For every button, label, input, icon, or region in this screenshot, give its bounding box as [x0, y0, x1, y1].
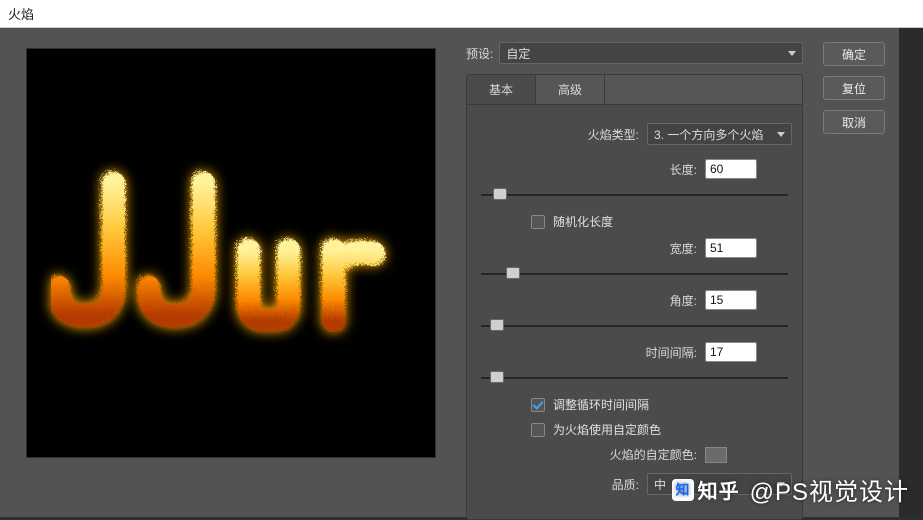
adjust-loop-checkbox[interactable] — [531, 398, 545, 412]
tab-basic[interactable]: 基本 — [467, 75, 536, 104]
flame-type-value: 3. 一个方向多个火焰 — [654, 126, 763, 143]
chevron-down-icon — [788, 51, 796, 56]
flame-type-select[interactable]: 3. 一个方向多个火焰 — [647, 123, 792, 145]
width-row: 宽度: 51 — [477, 238, 792, 258]
slider-track — [481, 194, 788, 196]
chevron-down-icon — [777, 132, 785, 137]
flame-type-label: 火焰类型: — [477, 126, 647, 143]
interval-slider[interactable] — [481, 368, 788, 388]
use-custom-color-checkbox[interactable] — [531, 423, 545, 437]
settings-column: 预设: 自定 基本 高级 火焰类型: 3. 一个方向多个火焰 — [460, 28, 813, 517]
dialog-title: 火焰 — [8, 4, 34, 23]
zhihu-logo: 知 知乎 — [672, 475, 740, 504]
randomize-length-label: 随机化长度 — [553, 213, 613, 230]
tabs-strip: 基本 高级 — [467, 75, 802, 105]
background-side-strip — [899, 28, 923, 517]
interval-label: 时间间隔: — [477, 344, 705, 361]
width-slider[interactable] — [481, 264, 788, 284]
length-row: 长度: 60 — [477, 159, 792, 179]
quality-value: 中 — [654, 476, 666, 493]
slider-thumb[interactable] — [490, 371, 504, 383]
randomize-length-row: 随机化长度 — [477, 213, 792, 230]
zhihu-label: 知乎 — [698, 475, 740, 504]
angle-slider[interactable] — [481, 316, 788, 336]
dialog-title-bar: 火焰 — [0, 0, 923, 28]
zhihu-icon: 知 — [672, 479, 694, 501]
adjust-loop-label: 调整循环时间间隔 — [553, 396, 649, 413]
adjust-loop-row: 调整循环时间间隔 — [477, 396, 792, 413]
custom-color-label: 火焰的自定颜色: — [477, 446, 705, 463]
slider-thumb[interactable] — [493, 188, 507, 200]
width-label: 宽度: — [477, 240, 705, 257]
interval-row: 时间间隔: 17 — [477, 342, 792, 362]
slider-track — [481, 325, 788, 327]
preview-column — [0, 28, 460, 517]
reset-button[interactable]: 复位 — [823, 76, 885, 100]
length-slider[interactable] — [481, 185, 788, 205]
tab-advanced[interactable]: 高级 — [536, 75, 605, 104]
cancel-button[interactable]: 取消 — [823, 110, 885, 134]
angle-label: 角度: — [477, 292, 705, 309]
slider-track — [481, 273, 788, 275]
preset-select[interactable]: 自定 — [499, 42, 803, 64]
flame-type-row: 火焰类型: 3. 一个方向多个火焰 — [477, 123, 792, 145]
dialog-body: 预设: 自定 基本 高级 火焰类型: 3. 一个方向多个火焰 — [0, 28, 923, 517]
width-input[interactable]: 51 — [705, 238, 757, 258]
watermark-handle: @PS视觉设计 — [750, 472, 909, 507]
use-custom-color-label: 为火焰使用自定颜色 — [553, 421, 661, 438]
randomize-length-checkbox[interactable] — [531, 215, 545, 229]
preset-label: 预设: — [466, 45, 493, 62]
buttons-column: 确定 复位 取消 — [813, 28, 899, 517]
svg-text:知: 知 — [675, 481, 690, 497]
preset-row: 预设: 自定 — [466, 42, 803, 64]
quality-label: 品质: — [477, 476, 647, 493]
ok-button[interactable]: 确定 — [823, 42, 885, 66]
use-custom-color-row: 为火焰使用自定颜色 — [477, 421, 792, 438]
preview-canvas — [26, 48, 436, 458]
tabs-panel: 基本 高级 火焰类型: 3. 一个方向多个火焰 长度: 60 — [466, 74, 803, 520]
tab-body-basic: 火焰类型: 3. 一个方向多个火焰 长度: 60 — [467, 105, 802, 519]
custom-color-swatch — [705, 447, 727, 463]
angle-row: 角度: 15 — [477, 290, 792, 310]
interval-input[interactable]: 17 — [705, 342, 757, 362]
length-label: 长度: — [477, 161, 705, 178]
slider-track — [481, 377, 788, 379]
slider-thumb[interactable] — [506, 267, 520, 279]
length-input[interactable]: 60 — [705, 159, 757, 179]
custom-color-row: 火焰的自定颜色: — [477, 446, 792, 463]
flame-text-svg — [51, 153, 411, 353]
preset-value: 自定 — [506, 45, 530, 62]
right-column: 预设: 自定 基本 高级 火焰类型: 3. 一个方向多个火焰 — [460, 28, 923, 517]
watermark: 知 知乎 @PS视觉设计 — [672, 472, 909, 507]
angle-input[interactable]: 15 — [705, 290, 757, 310]
slider-thumb[interactable] — [490, 319, 504, 331]
